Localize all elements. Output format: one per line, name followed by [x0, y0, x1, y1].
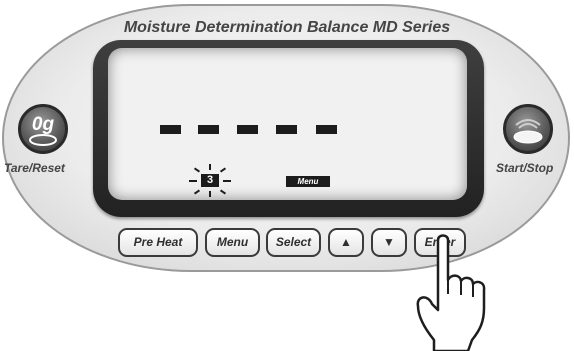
menu-indicator: Menu	[286, 176, 330, 187]
panel-title: Moisture Determination Balance MD Series	[123, 19, 451, 36]
readout-dash	[160, 125, 181, 134]
readout-dash	[276, 125, 297, 134]
menu-button[interactable]: Menu	[205, 228, 260, 257]
blink-ray	[209, 191, 211, 197]
weighing-pan-icon	[513, 119, 543, 144]
pointing-hand-icon	[416, 234, 486, 351]
readout-dash	[237, 125, 258, 134]
blink-ray	[209, 164, 211, 170]
start-stop-label: Start/Stop	[496, 161, 554, 175]
blink-ray	[189, 180, 197, 182]
tare-reset-button[interactable]: 0g	[18, 104, 68, 154]
readout-dash	[198, 125, 219, 134]
zero-gram-pan-icon	[29, 134, 57, 146]
blink-ray	[223, 180, 231, 182]
display-readout	[160, 125, 340, 135]
readout-dash	[316, 125, 337, 134]
tare-reset-label: Tare/Reset	[4, 161, 65, 175]
down-button[interactable]: ▼	[371, 228, 407, 257]
up-button[interactable]: ▲	[328, 228, 364, 257]
balance-front-panel-figure: Moisture Determination Balance MD Series…	[0, 0, 574, 351]
start-stop-button[interactable]	[503, 104, 553, 154]
select-button[interactable]: Select	[266, 228, 321, 257]
pre-heat-button[interactable]: Pre Heat	[118, 228, 198, 257]
program-number: 3	[201, 174, 219, 187]
